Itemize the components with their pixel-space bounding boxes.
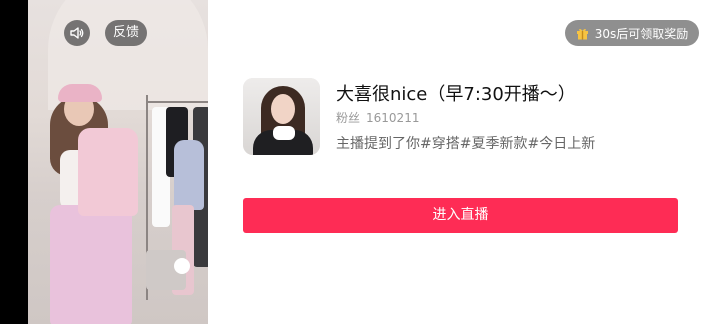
held-pink-shirt [78, 128, 138, 216]
sound-toggle-button[interactable] [64, 20, 90, 46]
enter-live-button[interactable]: 进入直播 [243, 198, 678, 233]
product-badge [174, 258, 190, 274]
model-pants [50, 205, 132, 324]
fans-label: 粉丝 [336, 111, 361, 125]
anchor-avatar[interactable] [243, 78, 320, 155]
reward-countdown-button[interactable]: 30s后可领取奖励 [565, 20, 699, 46]
live-card-panel [208, 0, 720, 324]
fans-value: 1610211 [366, 111, 420, 125]
anchor-tags: 主播提到了你#穿搭#夏季新款#今日上新 [336, 136, 596, 152]
fans-count: 粉丝 1610211 [336, 109, 425, 126]
live-preview-video[interactable] [28, 0, 208, 324]
anchor-name[interactable]: 大喜很nice（早7:30开播～） [336, 80, 576, 106]
speaker-icon [70, 27, 84, 39]
reward-label: 30s后可领取奖励 [594, 26, 689, 41]
model-cap [58, 84, 102, 102]
feedback-button[interactable]: 反馈 [105, 20, 147, 46]
gift-icon [576, 28, 588, 39]
